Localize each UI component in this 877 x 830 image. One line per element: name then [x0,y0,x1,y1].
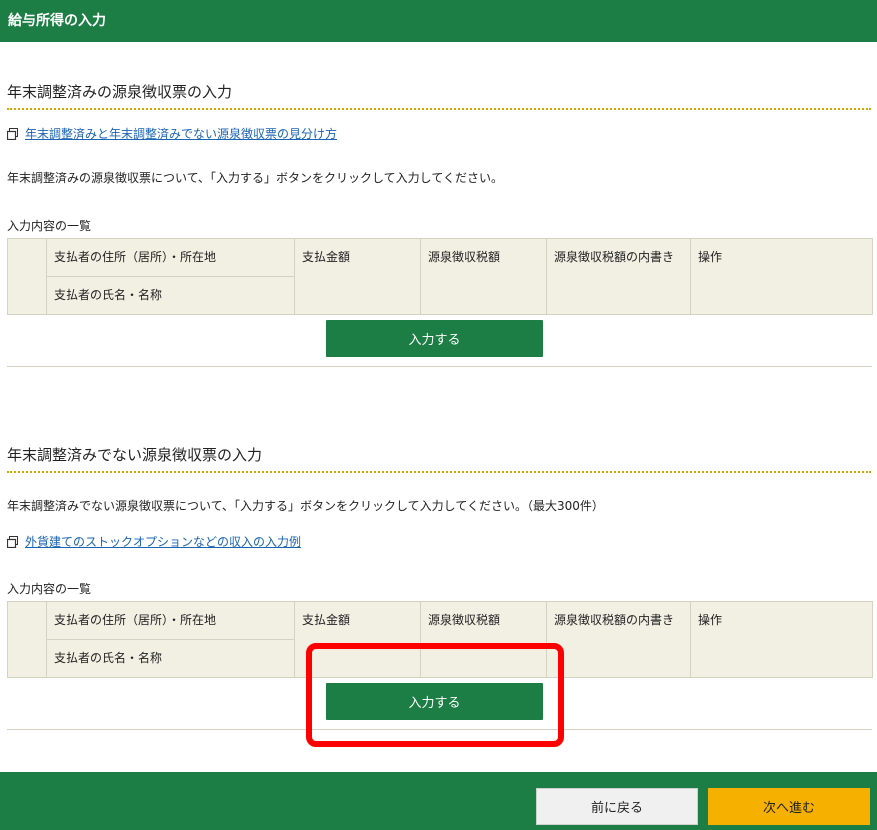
input-button-not-adjusted[interactable]: 入力する [326,683,543,720]
external-document-icon [7,536,18,548]
table-header-tax: 源泉徴収税額 [420,238,547,315]
list-label-not-adjusted: 入力内容の一覧 [7,582,92,596]
table-header-tax: 源泉徴収税額 [420,601,547,678]
table-header-tax-detail: 源泉徴収税額の内書き [546,601,691,678]
input-button-adjusted[interactable]: 入力する [326,320,543,357]
table-header-tax-detail: 源泉徴収税額の内書き [546,238,691,315]
entry-table-adjusted: 支払者の住所（居所）・所在地 支払金額 源泉徴収税額 源泉徴収税額の内書き 操作… [7,238,873,315]
table-header-action: 操作 [690,601,873,678]
page-title: 給与所得の入力 [8,13,106,29]
link-row-adjusted-guide: 年末調整済みと年末調整済みでない源泉徴収票の見分け方 [7,126,337,142]
section-description-adjusted: 年末調整済みの源泉徴収票について、「入力する」ボタンをクリックして入力してくださ… [7,171,503,185]
page-header: 給与所得の入力 [0,0,877,42]
table-header-address: 支払者の住所（居所）・所在地 [46,238,295,277]
table-header-blank [7,238,47,315]
section-title-not-adjusted: 年末調整済みでない源泉徴収票の入力 [7,446,871,473]
table-header-address: 支払者の住所（居所）・所在地 [46,601,295,640]
table-header-action: 操作 [690,238,873,315]
back-button[interactable]: 前に戻る [536,788,698,825]
table-header-amount: 支払金額 [294,238,421,315]
link-distinguish-guide[interactable]: 年末調整済みと年末調整済みでない源泉徴収票の見分け方 [25,126,337,142]
entry-table-not-adjusted: 支払者の住所（居所）・所在地 支払金額 源泉徴収税額 源泉徴収税額の内書き 操作… [7,601,873,678]
table-header-name: 支払者の氏名・名称 [46,639,295,678]
list-label-adjusted: 入力内容の一覧 [7,219,92,233]
app-window: 給与所得の入力 年末調整済みの源泉徴収票の入力 年末調整済みと年末調整済みでない… [0,0,877,830]
section-title-adjusted: 年末調整済みの源泉徴収票の入力 [7,83,871,110]
section-description-not-adjusted: 年末調整済みでない源泉徴収票について、「入力する」ボタンをクリックして入力してく… [7,499,604,513]
button-row-not-adjusted: 入力する [7,677,872,730]
link-stock-option-example[interactable]: 外貨建てのストックオプションなどの収入の入力例 [25,534,301,550]
button-row-adjusted: 入力する [7,314,872,367]
table-header-amount: 支払金額 [294,601,421,678]
next-button[interactable]: 次へ進む [708,788,870,825]
link-row-stock-option: 外貨建てのストックオプションなどの収入の入力例 [7,534,301,550]
footer-bar: 前に戻る 次へ進む [0,772,877,830]
table-header-blank [7,601,47,678]
table-header-name: 支払者の氏名・名称 [46,276,295,315]
external-document-icon [7,128,18,140]
